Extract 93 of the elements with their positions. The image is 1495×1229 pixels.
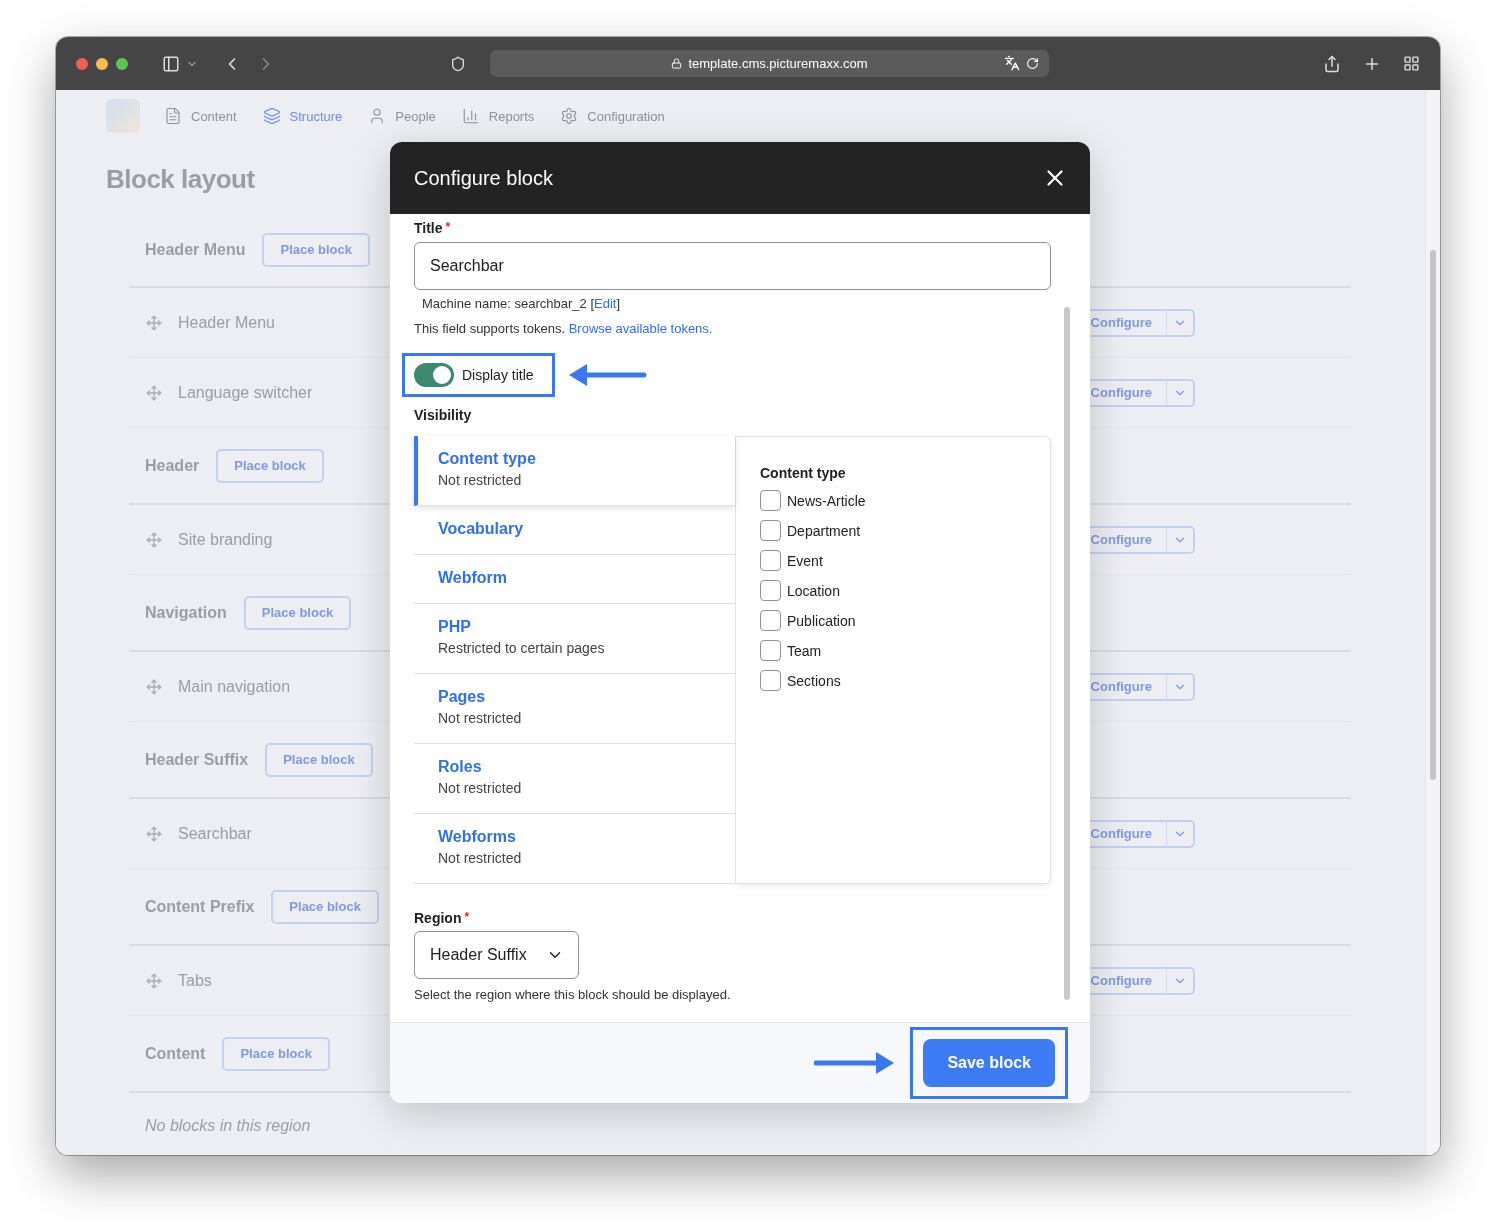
checkbox-label: News-Article bbox=[787, 492, 866, 509]
region-name: Navigation bbox=[145, 603, 227, 622]
pane-heading: Content type bbox=[760, 465, 847, 481]
block-name: Site branding bbox=[178, 530, 273, 549]
tab-summary: Not restricted bbox=[438, 472, 522, 488]
checkbox-label: Event bbox=[787, 552, 823, 569]
toggle-label: Display title bbox=[462, 367, 534, 383]
place-block-button[interactable]: Place block bbox=[265, 742, 373, 777]
checkbox[interactable] bbox=[760, 520, 781, 541]
scrollbar-thumb[interactable] bbox=[1063, 307, 1070, 1000]
place-block-button[interactable]: Place block bbox=[262, 232, 370, 267]
tab-title: PHP bbox=[438, 618, 471, 636]
drag-handle-icon[interactable] bbox=[146, 384, 162, 401]
share-icon[interactable] bbox=[1323, 54, 1341, 73]
machine-name-text: Machine name: searchbar_2 [Edit] bbox=[421, 296, 622, 311]
checkbox-label: Team bbox=[787, 642, 822, 659]
tab-title: Webforms bbox=[438, 828, 516, 846]
checkbox[interactable] bbox=[760, 550, 781, 571]
drag-handle-icon[interactable] bbox=[146, 314, 162, 331]
checkbox-label: Publication bbox=[787, 612, 856, 629]
nav-item[interactable]: Structure bbox=[262, 107, 343, 125]
scrollbar-thumb[interactable] bbox=[1430, 250, 1436, 780]
save-block-button[interactable]: Save block bbox=[923, 1039, 1055, 1087]
tab-overview-icon[interactable] bbox=[1403, 55, 1420, 72]
drag-handle-icon[interactable] bbox=[146, 531, 162, 548]
region-select[interactable]: Header Suffix bbox=[414, 931, 579, 979]
url-text: template.cms.picturemaxx.com bbox=[688, 56, 868, 71]
region-name: Header bbox=[145, 456, 200, 475]
nav-item[interactable]: Configuration bbox=[560, 107, 665, 125]
title-input[interactable]: Searchbar bbox=[414, 242, 1051, 290]
sidebar-icon[interactable] bbox=[162, 54, 180, 73]
tab-summary: Restricted to certain pages bbox=[438, 640, 605, 656]
block-name: Language switcher bbox=[178, 383, 313, 402]
region-name: Header Suffix bbox=[145, 750, 249, 769]
bar-chart-icon bbox=[461, 107, 480, 125]
required-mark: * bbox=[445, 220, 451, 236]
block-name: Searchbar bbox=[178, 824, 252, 843]
translate-icon[interactable] bbox=[1004, 55, 1020, 71]
drag-handle-icon[interactable] bbox=[146, 972, 162, 989]
place-block-button[interactable]: Place block bbox=[271, 889, 379, 924]
place-block-button[interactable]: Place block bbox=[216, 448, 324, 483]
empty-message: No blocks in this region bbox=[144, 1116, 312, 1136]
browse-tokens-link[interactable]: Browse available tokens. bbox=[568, 321, 713, 336]
region-name: Content bbox=[145, 1044, 206, 1063]
tab-title: Vocabulary bbox=[438, 520, 524, 538]
layers-icon bbox=[262, 107, 281, 125]
section-heading: Visibility bbox=[414, 407, 473, 423]
settings-icon bbox=[560, 107, 579, 125]
block-name: Header Menu bbox=[178, 313, 275, 332]
region-name: Header Menu bbox=[145, 240, 246, 259]
vertical-tab[interactable]: Content type Not restricted bbox=[414, 436, 735, 506]
page-title: Block layout bbox=[106, 164, 255, 195]
tab-title: Content type bbox=[438, 450, 536, 468]
checkbox[interactable] bbox=[760, 490, 781, 511]
checkbox-label: Location bbox=[787, 582, 840, 599]
place-block-button[interactable]: Place block bbox=[222, 1036, 330, 1071]
tab-title: Roles bbox=[438, 758, 482, 776]
checkbox-label: Department bbox=[787, 522, 861, 539]
lock-icon bbox=[671, 58, 683, 69]
checkbox[interactable] bbox=[760, 580, 781, 601]
edit-link[interactable]: Edit bbox=[594, 296, 617, 311]
checkbox[interactable] bbox=[760, 670, 781, 691]
nav-item[interactable]: Content bbox=[164, 107, 237, 125]
tab-summary: Not restricted bbox=[438, 850, 522, 866]
required-mark: * bbox=[464, 910, 470, 926]
document-icon bbox=[164, 107, 182, 125]
tokens-help-text: This field supports tokens. Browse available tokens. bbox=[414, 321, 714, 336]
shield-icon[interactable] bbox=[450, 55, 466, 72]
field-label: Title bbox=[414, 220, 443, 236]
tab-title: Webform bbox=[438, 569, 508, 587]
drag-handle-icon[interactable] bbox=[146, 825, 162, 842]
drag-handle-icon[interactable] bbox=[146, 678, 162, 695]
block-name: Tabs bbox=[178, 971, 212, 990]
reload-icon[interactable] bbox=[1026, 57, 1039, 70]
field-label: Region bbox=[414, 910, 462, 926]
checkbox[interactable] bbox=[760, 640, 781, 661]
nav-item[interactable]: People bbox=[368, 107, 436, 125]
display-title-toggle[interactable] bbox=[414, 363, 454, 387]
minimize-window-icon[interactable] bbox=[96, 57, 108, 70]
tab-title: Pages bbox=[438, 688, 486, 706]
dialog-title: Configure block bbox=[414, 166, 553, 190]
region-name: Content Prefix bbox=[145, 897, 255, 916]
checkbox[interactable] bbox=[760, 610, 781, 631]
block-name: Main navigation bbox=[178, 677, 291, 696]
close-window-icon[interactable] bbox=[76, 57, 88, 70]
tab-summary: Not restricted bbox=[438, 780, 522, 796]
checkbox-label: Sections bbox=[787, 672, 841, 689]
region-help-text: Select the region where this block should be displayed. bbox=[414, 987, 732, 1002]
tab-summary: Not restricted bbox=[438, 710, 522, 726]
maximize-window-icon[interactable] bbox=[116, 57, 128, 70]
nav-item[interactable]: Reports bbox=[461, 107, 535, 125]
address-bar[interactable]: template.cms.picturemaxx.com bbox=[490, 50, 1049, 77]
place-block-button[interactable]: Place block bbox=[243, 595, 352, 630]
